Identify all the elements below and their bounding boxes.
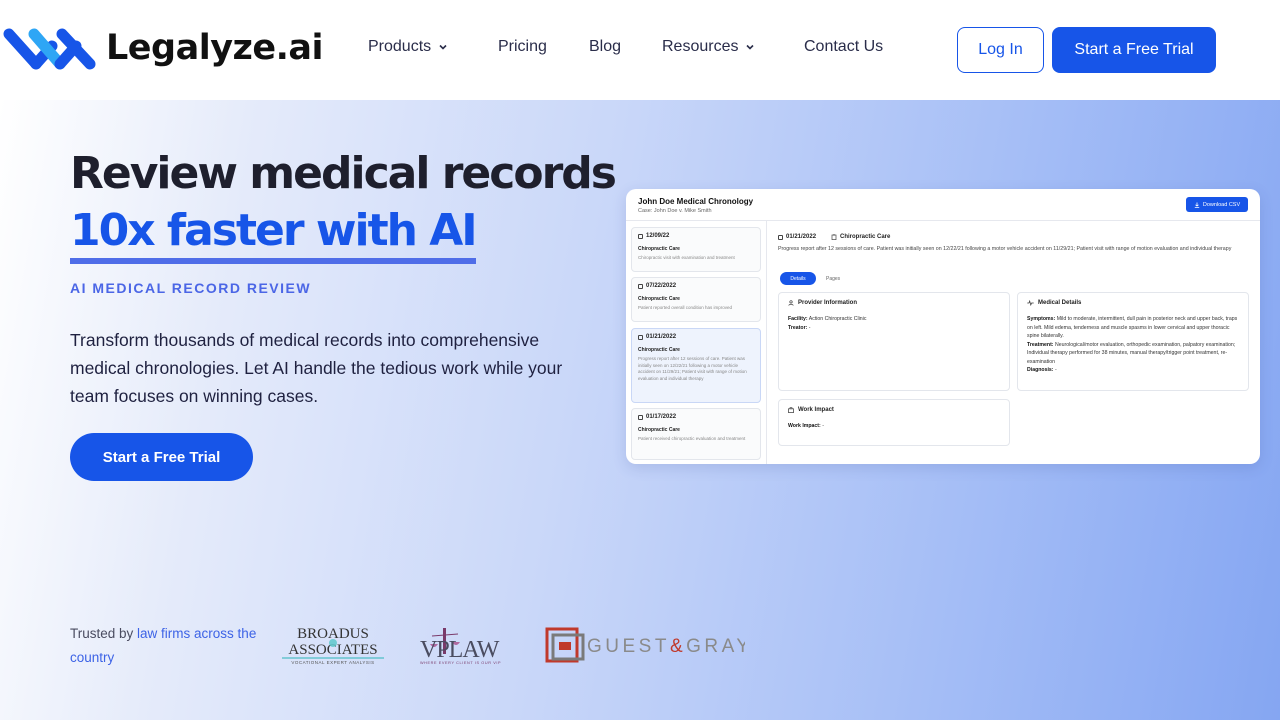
login-button[interactable]: Log In [957,27,1044,73]
hero-eyebrow: AI MEDICAL RECORD REVIEW [70,280,312,296]
record-card-selected: 01/21/2022 Chiropractic Care Progress re… [631,328,761,403]
vp-law-logo: VPLAW WHERE EVERY CLIENT IS OUR VIP [420,628,501,665]
record-desc: Patient reported overall condition has i… [638,305,733,310]
treatment-value: Neurological/motor evaluation, orthopedi… [1027,341,1236,365]
hero-section: Review medical records 10x faster with A… [0,100,1280,720]
treator-value: - [808,324,811,331]
record-type: Chiropractic Care [638,427,680,433]
case-name: Case: John Doe v. Mike Smith [638,208,712,214]
chronology-title: John Doe Medical Chronology [638,197,754,206]
record-type: Chiropractic Care [638,296,680,302]
facility-label: Facility: [788,316,808,322]
vp-law-text: VPLAW [420,637,500,663]
nav-products-label: Products [368,38,432,55]
guest-and-gray-logo: GUEST&GRAY [545,627,745,663]
calendar-icon [638,233,643,239]
provider-title: Provider Information [798,300,858,306]
record-card: 01/17/2022 Chiropractic Care Patient rec… [631,408,761,460]
selected-date: 01/21/2022 [778,234,816,240]
nav-pricing-label: Pricing [498,38,547,55]
user-icon [788,300,794,306]
briefcase-icon [788,407,794,413]
start-free-trial-hero-button[interactable]: Start a Free Trial [70,433,253,481]
svg-text:GUEST&GRAY: GUEST&GRAY [587,636,745,657]
record-date: 12/09/22 [646,233,670,239]
symptoms-label: Symptoms: [1027,316,1056,322]
records-list: 12/09/22 Chiropractic Care Chiropractic … [626,221,767,464]
brand-logo[interactable]: Legalyze.ai [2,24,324,72]
nav-resources[interactable]: Resources [662,38,755,56]
nav-contact-label: Contact Us [804,38,884,55]
record-type: Chiropractic Care [638,246,680,252]
diagnosis-label: Diagnosis: [1027,367,1054,373]
medical-title: Medical Details [1038,300,1082,306]
calendar-icon [778,234,783,240]
download-csv-label: Download CSV [1202,201,1241,208]
vp-law-tagline: WHERE EVERY CLIENT IS OUR VIP [420,661,501,665]
download-csv-button: Download CSV [1186,197,1248,212]
product-screenshot: John Doe Medical Chronology Case: John D… [626,189,1260,464]
hero-description: Transform thousands of medical records i… [70,330,563,406]
record-date: 07/22/2022 [646,283,677,289]
ampersand-text: & [670,636,686,657]
pulse-icon [1027,300,1034,306]
nav-contact-us[interactable]: Contact Us [804,38,883,56]
record-date: 01/21/2022 [646,334,677,340]
provider-information-panel: Provider Information Facility: Action Ch… [778,292,1010,391]
trusted-prefix: Trusted by [70,626,134,641]
tab-details: Details [780,272,816,285]
record-desc: Patient received chiropractic evaluation… [638,436,746,441]
nav-pricing[interactable]: Pricing [498,38,547,56]
gray-text: GRAY [686,636,745,657]
record-card: 12/09/22 Chiropractic Care Chiropractic … [631,227,761,272]
clipboard-icon [831,234,837,240]
nav-resources-label: Resources [662,38,739,55]
broadus-tagline: VOCATIONAL EXPERT ANALYSIS [291,660,374,665]
start-free-trial-nav-button[interactable]: Start a Free Trial [1052,27,1216,73]
top-navigation: Legalyze.ai Products Pricing Blog Resour… [0,0,1280,100]
diagnosis-value: - [1054,367,1057,373]
record-card: 07/22/2022 Chiropractic Care Patient rep… [631,277,761,322]
selected-type-text: Chiropractic Care [840,234,891,240]
work-impact-value: - [822,423,824,429]
brand-name: Legalyze.ai [106,28,324,68]
hero-headline-accent: 10x faster with AI [70,206,478,264]
broadus-associates-logo: BROADUS ASSOCIATES VOCATIONAL EXPERT ANA… [282,626,384,665]
calendar-icon [638,334,643,340]
nav-blog-label: Blog [589,38,622,55]
record-date: 01/17/2022 [646,414,677,420]
tab-pages: Pages [826,275,841,282]
selected-date-text: 01/21/2022 [786,234,817,240]
nav-products[interactable]: Products [368,38,448,56]
nav-blog[interactable]: Blog [589,38,621,56]
hero-headline: Review medical records [70,148,617,199]
guest-text: GUEST [587,636,670,657]
work-impact-panel: Work Impact Work Impact: - [778,399,1010,446]
facility-value: Action Chiropractic Clinic [808,316,867,322]
download-icon [1194,202,1200,208]
record-type: Chiropractic Care [638,347,680,353]
selected-type: Chiropractic Care [831,234,890,240]
legalyze-logo-icon [3,28,96,70]
selected-description: Progress report after 12 sessions of car… [778,246,1232,252]
chevron-down-icon [746,44,755,50]
record-desc: Progress report after 12 sessions of car… [638,356,747,381]
treator-label: Treator: [788,324,808,331]
medical-details-panel: Medical Details Symptoms: Mild to modera… [1017,292,1249,391]
calendar-icon [638,414,643,420]
work-impact-label: Work Impact: [788,423,821,429]
chevron-down-icon [439,44,447,50]
calendar-icon [638,283,643,289]
trusted-by-text: Trusted by law firms across the country [70,622,260,670]
work-title: Work Impact [798,407,834,413]
record-desc: Chiropractic visit with examination and … [638,255,735,260]
treatment-label: Treatment: [1027,341,1054,348]
symptoms-value: Mild to moderate, intermittent, dull pai… [1027,316,1238,339]
